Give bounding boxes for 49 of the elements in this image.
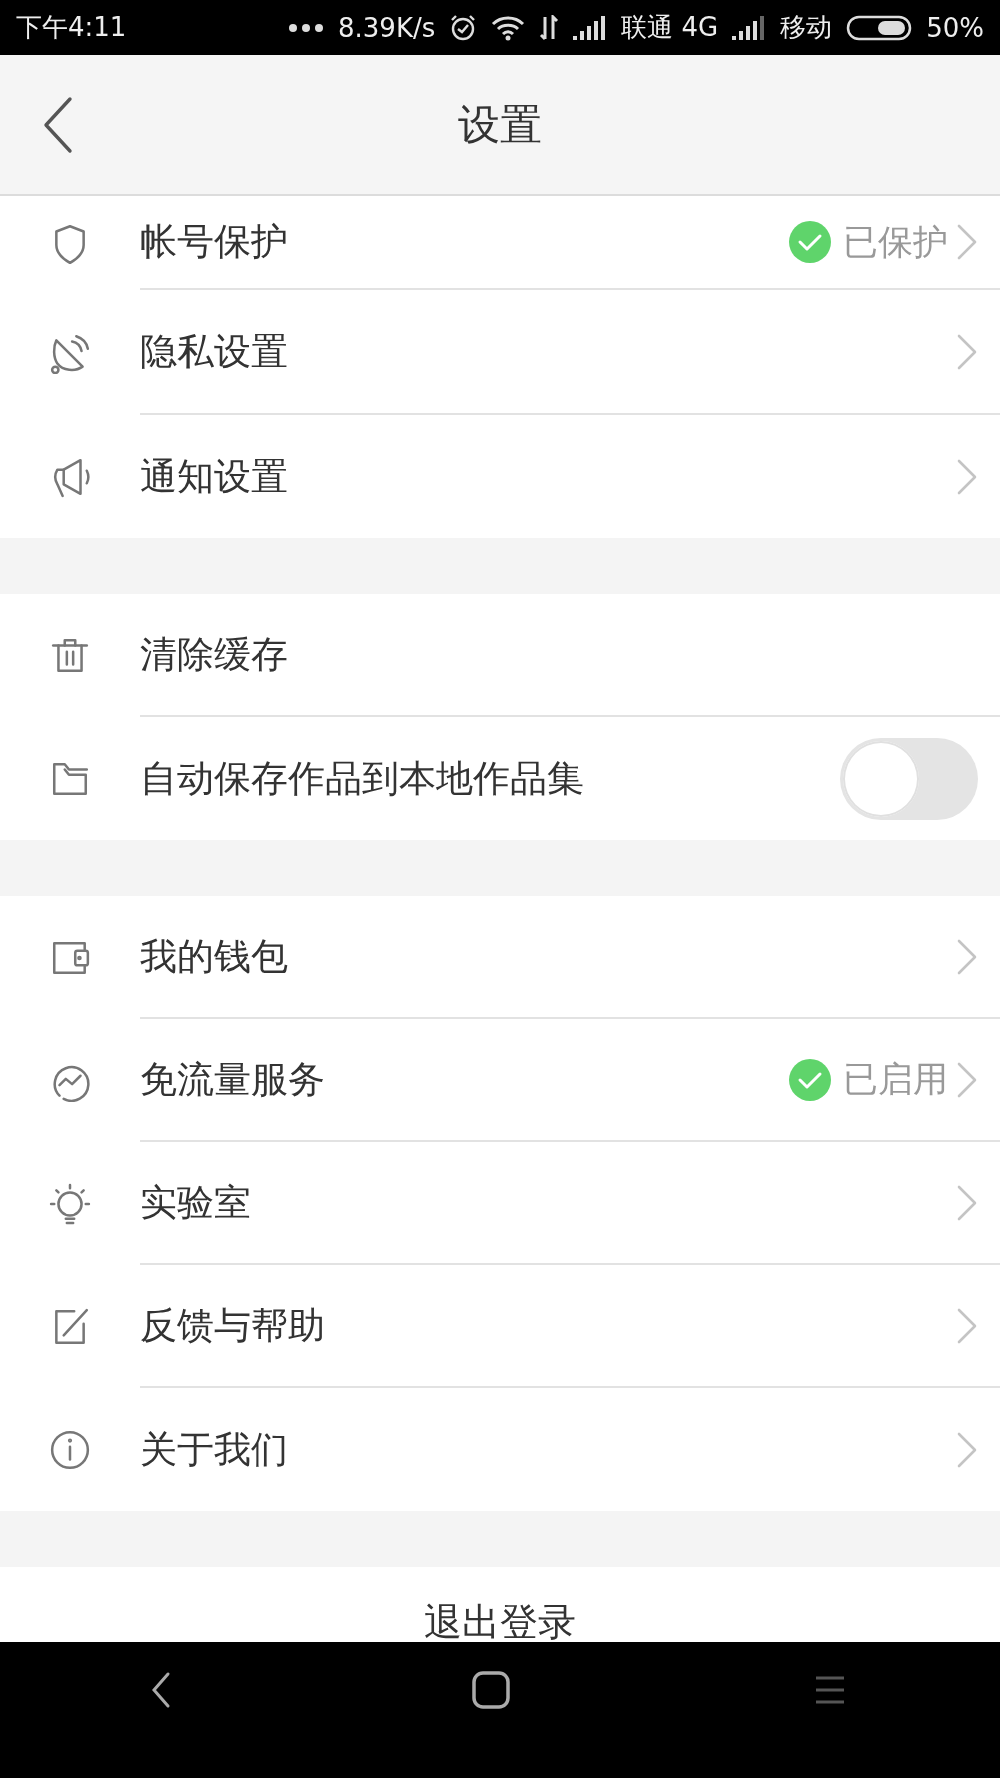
settings-row[interactable]: 关于我们: [0, 1388, 1000, 1511]
more-dots-icon: [288, 22, 324, 33]
chevron-right-icon: [956, 1183, 978, 1222]
logout-button[interactable]: 退出登录: [424, 1602, 576, 1642]
data-arrows-icon: [539, 14, 560, 41]
setting-label: 反馈与帮助: [140, 1302, 326, 1349]
setting-label: 关于我们: [140, 1426, 289, 1473]
setting-label: 免流量服务: [140, 1056, 326, 1103]
settings-row[interactable]: 隐私设置: [0, 290, 1000, 415]
network-speed: 8.39K/s: [338, 12, 436, 43]
settings-row[interactable]: 自动保存作品到本地作品集: [0, 717, 1000, 840]
chevron-right-icon: [956, 1430, 978, 1469]
page-title: 设置: [458, 98, 542, 151]
status-time: 下午4:11: [16, 11, 127, 44]
carrier-name: 联通 4G: [621, 11, 719, 44]
setting-label: 通知设置: [140, 453, 289, 500]
battery-percent: 50%: [926, 12, 984, 43]
info-icon: [49, 1428, 91, 1471]
settings-row[interactable]: 通知设置: [0, 415, 1000, 538]
settings-row[interactable]: 帐号保护 已保护: [0, 196, 1000, 290]
setting-label: 实验室: [140, 1179, 252, 1226]
signal-icon: [732, 15, 767, 40]
home-icon[interactable]: [471, 1670, 511, 1710]
settings-row[interactable]: 实验室: [0, 1142, 1000, 1265]
setting-status: 已保护: [843, 220, 948, 264]
chevron-right-icon: [956, 1060, 978, 1099]
check-circle-icon: [789, 221, 831, 263]
settings-row[interactable]: 免流量服务 已启用: [0, 1019, 1000, 1142]
signal-icon: [573, 15, 608, 40]
chevron-right-icon: [956, 457, 978, 496]
battery-icon: [846, 14, 913, 41]
back-icon[interactable]: [149, 1670, 172, 1710]
settings-row[interactable]: 清除缓存: [0, 594, 1000, 717]
chevron-right-icon: [956, 332, 978, 371]
setting-label: 清除缓存: [140, 631, 289, 678]
check-circle-icon: [789, 1058, 831, 1101]
light-bulb-icon: [49, 1182, 91, 1225]
settings-row[interactable]: 我的钱包: [0, 896, 1000, 1019]
settings-row[interactable]: 反馈与帮助: [0, 1265, 1000, 1388]
setting-label: 我的钱包: [140, 933, 289, 980]
setting-label: 帐号保护: [140, 219, 289, 265]
carrier-name: 移动: [780, 11, 833, 44]
setting-status: 已启用: [843, 1058, 948, 1101]
setting-label: 自动保存作品到本地作品集: [140, 755, 585, 802]
chevron-right-icon: [956, 937, 978, 976]
setting-label: 隐私设置: [140, 328, 289, 375]
chevron-right-icon: [956, 223, 978, 261]
chevron-right-icon: [956, 1306, 978, 1345]
wifi-icon: [491, 14, 526, 41]
